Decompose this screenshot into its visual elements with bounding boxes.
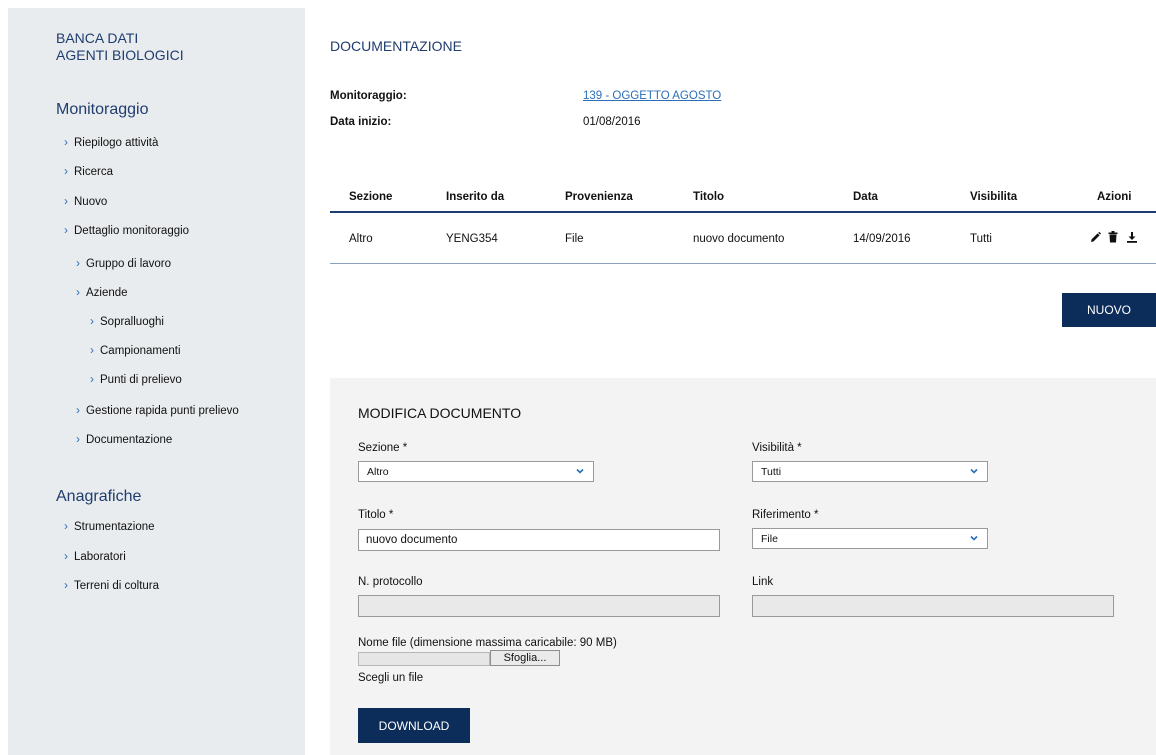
chevron-right-icon: › xyxy=(90,343,94,357)
sidebar-item-dettaglio-monitoraggio[interactable]: › Dettaglio monitoraggio xyxy=(64,223,189,237)
download-button[interactable]: DOWNLOAD xyxy=(358,708,470,743)
sidebar-item-aziende[interactable]: › Aziende xyxy=(76,285,128,299)
sidebar-item-nuovo[interactable]: › Nuovo xyxy=(64,194,107,208)
chevron-down-icon xyxy=(576,468,584,474)
riferimento-label: Riferimento * xyxy=(752,509,819,521)
link-input xyxy=(752,595,1114,617)
sidebar-item-label: Gestione rapida punti prelievo xyxy=(86,405,239,417)
sidebar-item-strumentazione[interactable]: › Strumentazione xyxy=(64,519,155,533)
column-header-titolo[interactable]: Titolo xyxy=(693,191,724,203)
column-header-azioni: Azioni xyxy=(1097,191,1132,203)
sidebar-item-documentazione[interactable]: › Documentazione xyxy=(76,432,172,446)
trash-icon[interactable] xyxy=(1107,230,1119,244)
sidebar-item-laboratori[interactable]: › Laboratori xyxy=(64,549,126,563)
column-header-data[interactable]: Data xyxy=(853,191,878,203)
sidebar-item-terreni-di-coltura[interactable]: › Terreni di coltura xyxy=(64,578,159,592)
sidebar-item-label: Strumentazione xyxy=(74,521,155,533)
visibilita-selected-value: Tutti xyxy=(761,465,782,478)
link-label: Link xyxy=(752,576,774,588)
table-header-divider xyxy=(330,211,1156,213)
chevron-down-icon xyxy=(970,468,978,474)
modifica-documento-panel xyxy=(330,378,1156,755)
sidebar-item-label: Riepilogo attività xyxy=(74,137,159,149)
sidebar-item-label: Laboratori xyxy=(74,551,126,563)
chevron-right-icon: › xyxy=(90,314,94,328)
nuovo-button[interactable]: NUOVO xyxy=(1062,293,1156,327)
section-title-anagrafiche: Anagrafiche xyxy=(56,488,142,505)
sidebar-item-label: Aziende xyxy=(86,287,128,299)
riferimento-select[interactable]: File xyxy=(752,528,988,549)
data-inizio-label: Data inizio: xyxy=(330,116,392,128)
sidebar-item-label: Sopralluoghi xyxy=(100,316,164,328)
file-path-field[interactable] xyxy=(358,652,490,666)
sidebar-item-punti-di-prelievo[interactable]: › Punti di prelievo xyxy=(90,372,182,386)
monitoraggio-label: Monitoraggio: xyxy=(330,90,407,102)
cell-inserito-da: YENG354 xyxy=(446,233,498,245)
file-label: Nome file (dimensione massima caricabile… xyxy=(358,637,617,649)
sidebar-item-label: Punti di prelievo xyxy=(100,374,182,386)
cell-sezione: Altro xyxy=(349,233,373,245)
pencil-icon[interactable] xyxy=(1089,230,1101,244)
chevron-right-icon: › xyxy=(76,403,80,417)
sidebar-item-sopralluoghi[interactable]: › Sopralluoghi xyxy=(90,314,164,328)
chevron-right-icon: › xyxy=(64,549,68,563)
chevron-right-icon: › xyxy=(64,519,68,533)
section-title-monitoraggio: Monitoraggio xyxy=(56,101,149,118)
column-header-inserito-da[interactable]: Inserito da xyxy=(446,191,504,203)
sidebar-item-label: Nuovo xyxy=(74,196,108,208)
cell-provenienza: File xyxy=(565,233,584,245)
table-row-divider xyxy=(330,263,1156,264)
sidebar-item-label: Gruppo di lavoro xyxy=(86,258,172,270)
chevron-down-icon xyxy=(970,535,978,541)
protocollo-label: N. protocollo xyxy=(358,576,423,588)
column-header-visibilita[interactable]: Visibilita xyxy=(970,191,1017,203)
brand-title[interactable]: BANCA DATI AGENTI BIOLOGICI xyxy=(56,30,184,64)
sezione-selected-value: Altro xyxy=(367,465,389,478)
sidebar-item-label: Dettaglio monitoraggio xyxy=(74,225,190,237)
page-title: DOCUMENTAZIONE xyxy=(330,38,462,54)
download-icon[interactable] xyxy=(1126,230,1138,244)
sezione-label: Sezione * xyxy=(358,442,408,454)
titolo-input[interactable]: nuovo documento xyxy=(358,529,720,551)
brand-line-2: AGENTI BIOLOGICI xyxy=(56,47,184,63)
cell-data: 14/09/2016 xyxy=(853,233,911,245)
chevron-right-icon: › xyxy=(64,135,68,149)
visibilita-label: Visibilità * xyxy=(752,442,802,454)
sidebar-item-label: Campionamenti xyxy=(100,345,181,357)
sidebar-item-gruppo-di-lavoro[interactable]: › Gruppo di lavoro xyxy=(76,256,171,270)
chevron-right-icon: › xyxy=(76,432,80,446)
sidebar-item-gestione-rapida-punti-prelievo[interactable]: › Gestione rapida punti prelievo xyxy=(76,403,239,417)
chevron-right-icon: › xyxy=(64,164,68,178)
chevron-right-icon: › xyxy=(90,372,94,386)
sidebar-item-campionamenti[interactable]: › Campionamenti xyxy=(90,343,181,357)
sidebar-item-ricerca[interactable]: › Ricerca xyxy=(64,164,113,178)
chevron-right-icon: › xyxy=(64,194,68,208)
chevron-right-icon: › xyxy=(64,578,68,592)
data-inizio-value: 01/08/2016 xyxy=(583,116,641,128)
visibilita-select[interactable]: Tutti xyxy=(752,461,988,482)
column-header-provenienza[interactable]: Provenienza xyxy=(565,191,633,203)
file-status-text: Scegli un file xyxy=(358,672,424,684)
cell-titolo: nuovo documento xyxy=(693,233,785,245)
chevron-right-icon: › xyxy=(64,223,68,237)
column-header-sezione[interactable]: Sezione xyxy=(349,191,392,203)
brand-line-1: BANCA DATI xyxy=(56,30,139,46)
cell-visibilita: Tutti xyxy=(970,233,992,245)
protocollo-input xyxy=(358,595,720,617)
sidebar-item-label: Terreni di coltura xyxy=(74,580,160,592)
sidebar-item-label: Documentazione xyxy=(86,434,173,446)
chevron-right-icon: › xyxy=(76,256,80,270)
form-title: MODIFICA DOCUMENTO xyxy=(358,405,522,421)
sidebar-item-riepilogo-attivita[interactable]: › Riepilogo attività xyxy=(64,135,158,149)
monitoraggio-link[interactable]: 139 - OGGETTO AGOSTO xyxy=(583,90,721,102)
chevron-right-icon: › xyxy=(76,285,80,299)
titolo-label: Titolo * xyxy=(358,509,394,521)
riferimento-selected-value: File xyxy=(761,532,778,545)
sezione-select[interactable]: Altro xyxy=(358,461,594,482)
browse-button[interactable]: Sfoglia... xyxy=(490,650,560,666)
sidebar-item-label: Ricerca xyxy=(74,166,113,178)
